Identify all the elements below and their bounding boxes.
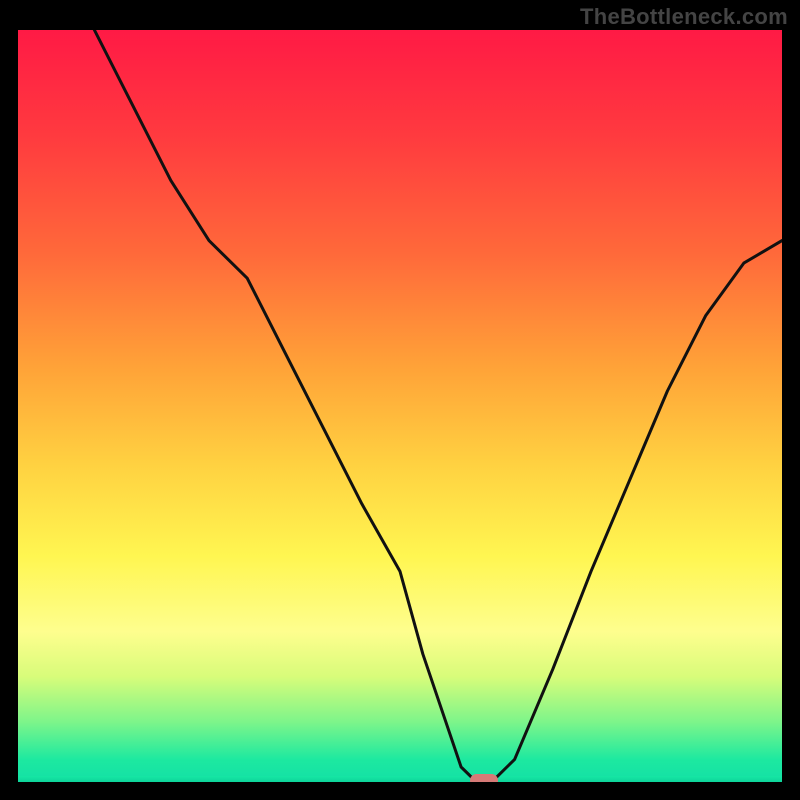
plot-area: [18, 30, 782, 782]
curve-svg: [18, 30, 782, 782]
bottleneck-curve: [94, 30, 782, 782]
optimal-marker: [470, 774, 498, 782]
watermark-text: TheBottleneck.com: [580, 4, 788, 30]
chart-frame: TheBottleneck.com: [0, 0, 800, 800]
